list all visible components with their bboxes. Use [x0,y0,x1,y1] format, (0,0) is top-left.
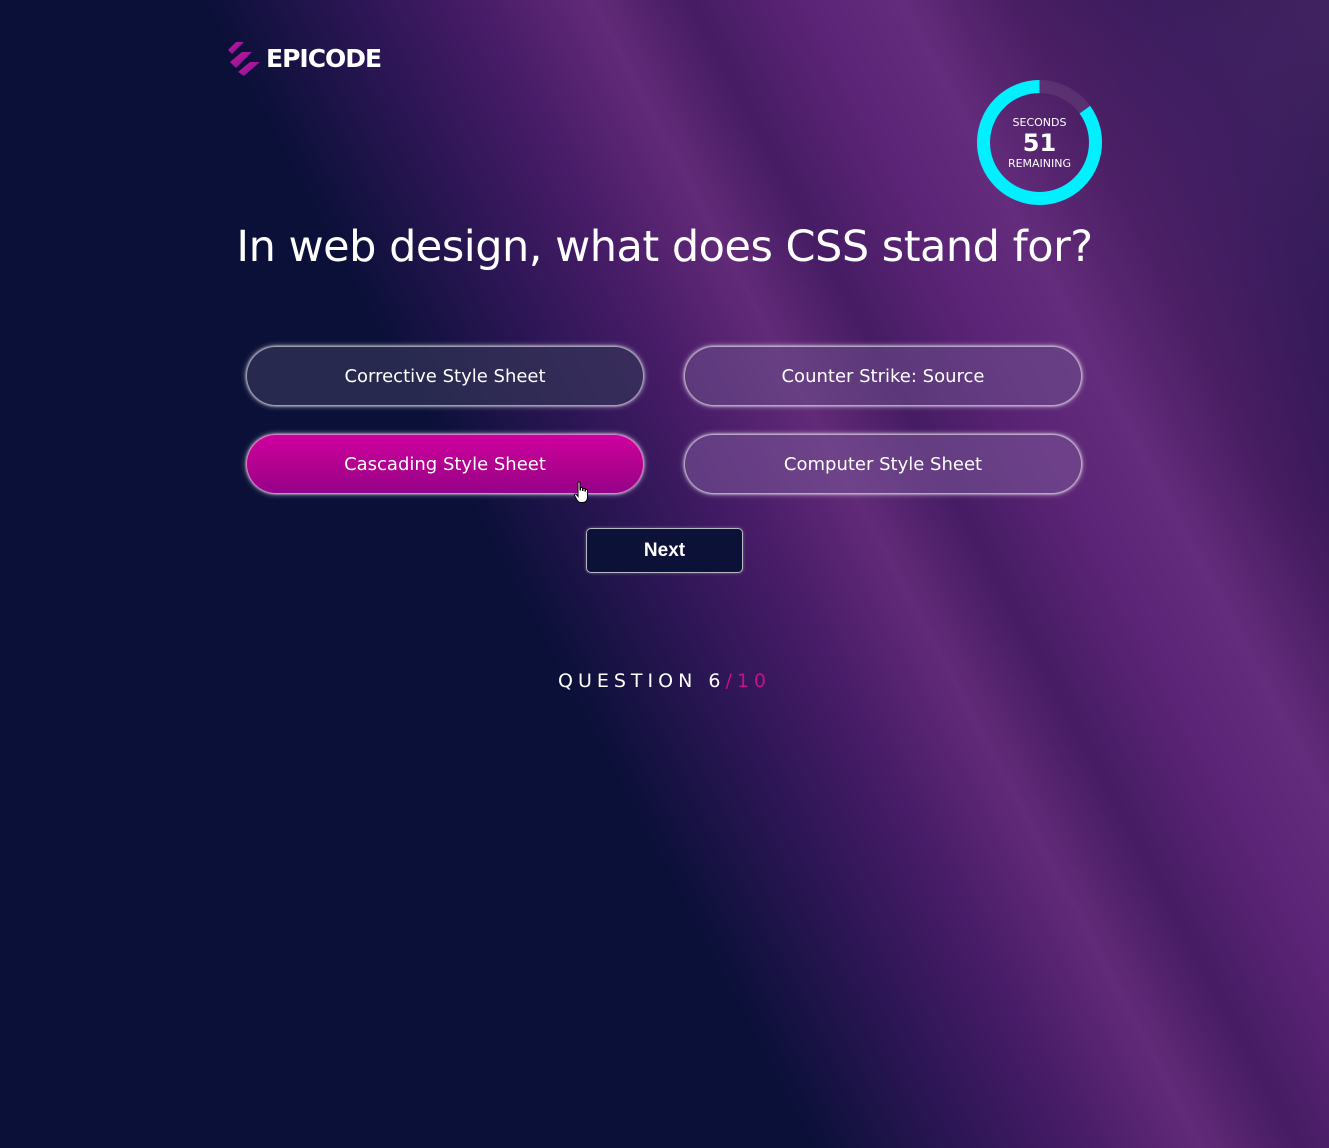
answer-button[interactable]: Corrective Style Sheet [246,346,644,406]
brand-name: EPICODE [266,43,382,73]
hand-pointer-icon [573,481,588,503]
countdown-timer: SECONDS 51 REMAINING [975,78,1104,207]
question-counter-total: /10 [725,670,772,692]
epicode-logo: EPICODE [228,38,382,78]
question-counter: QUESTION 6/10 [0,670,1329,692]
answer-button[interactable]: Computer Style Sheet [684,434,1082,494]
background-glow [0,0,1329,1148]
question-counter-prefix: QUESTION [557,670,698,692]
question-counter-current: 6 [708,670,726,692]
timer-seconds-value: 51 [1022,128,1057,157]
question-text: In web design, what does CSS stand for? [236,222,1093,272]
epicode-logo-icon [228,42,260,76]
timer-bottom-label: REMAINING [1007,156,1072,170]
next-button[interactable]: Next [586,528,743,573]
answer-options: Corrective Style Sheet Counter Strike: S… [246,346,1084,496]
timer-top-label: SECONDS [1012,115,1067,129]
answer-button[interactable]: Counter Strike: Source [684,346,1082,406]
